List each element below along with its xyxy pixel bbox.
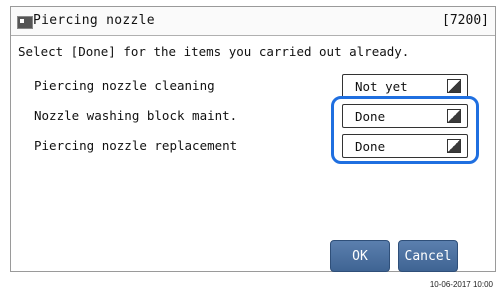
title-bar: Piercing nozzle [7200] <box>11 7 495 36</box>
window-icon <box>17 16 33 29</box>
screen-code: [7200] <box>442 13 489 28</box>
select-value: Not yet <box>355 79 408 94</box>
select-value: Done <box>355 139 386 154</box>
item-label-washing-block: Nozzle washing block maint. <box>34 108 238 123</box>
ok-button[interactable]: OK <box>330 240 390 272</box>
select-nozzle-cleaning[interactable]: Not yet <box>342 74 468 98</box>
dropdown-icon <box>447 79 461 93</box>
item-label-nozzle-replacement: Piercing nozzle replacement <box>34 138 238 153</box>
dropdown-icon <box>447 139 461 153</box>
item-label-nozzle-cleaning: Piercing nozzle cleaning <box>34 78 215 93</box>
instruction-text: Select [Done] for the items you carried … <box>18 44 410 59</box>
dropdown-icon <box>447 109 461 123</box>
select-washing-block[interactable]: Done <box>342 104 468 128</box>
select-value: Done <box>355 109 386 124</box>
cancel-button[interactable]: Cancel <box>398 240 458 272</box>
window-title: Piercing nozzle <box>33 13 155 28</box>
timestamp: 10-06-2017 10:00 <box>429 280 493 289</box>
select-nozzle-replacement[interactable]: Done <box>342 134 468 158</box>
